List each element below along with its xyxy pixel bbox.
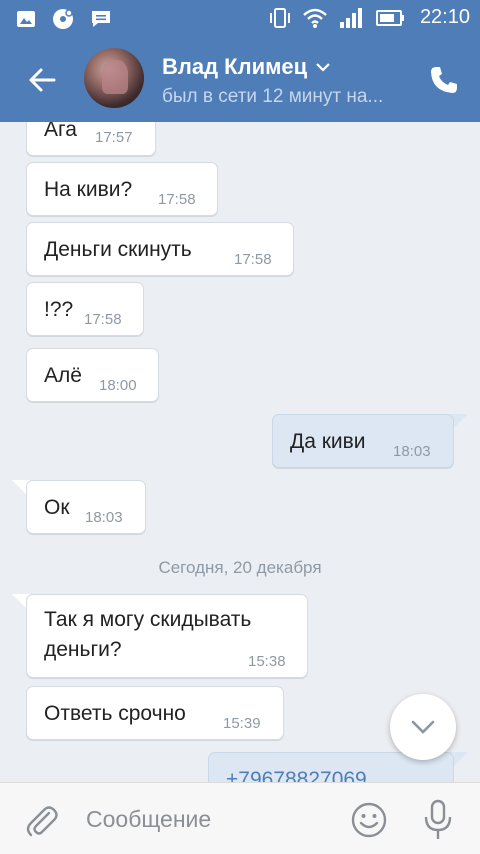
contact-name[interactable]: Влад Климец: [162, 54, 307, 80]
wifi-icon: [303, 8, 327, 28]
online-status: был в сети 12 минут на...: [162, 86, 384, 107]
message-text: Ответь срочно: [44, 702, 186, 725]
message-time: 15:39: [223, 715, 261, 732]
attach-icon[interactable]: [22, 801, 60, 839]
media-icon: [53, 9, 73, 29]
microphone-icon[interactable]: [422, 799, 454, 841]
message-text: Ок: [44, 496, 70, 519]
message-incoming[interactable]: На киви? 17:58: [26, 162, 218, 216]
contact-name-row[interactable]: Влад Климец: [162, 54, 331, 80]
message-incoming[interactable]: Ок 18:03: [26, 480, 146, 534]
message-incoming[interactable]: Ответь срочно 15:39: [26, 686, 284, 740]
message-incoming[interactable]: Ага 17:57: [26, 122, 156, 156]
message-outgoing[interactable]: Да киви 18:03: [272, 414, 454, 468]
message-time: 18:00: [99, 377, 137, 394]
message-text-line-1: Так я могу скидывать: [44, 608, 252, 631]
signal-icon: [339, 7, 362, 28]
phone-link[interactable]: +79678827069: [226, 765, 367, 782]
scroll-down-button[interactable]: [390, 694, 456, 760]
message-time: 17:58: [158, 191, 196, 208]
message-incoming[interactable]: !?? 17:58: [26, 282, 144, 336]
message-time: 17:57: [95, 129, 133, 146]
message-incoming[interactable]: Так я могу скидывать деньги? 15:38: [26, 594, 308, 678]
message-icon: [92, 11, 110, 27]
chevron-down-icon: [411, 720, 435, 734]
chat-header: Влад Климец был в сети 12 минут на...: [0, 38, 480, 122]
avatar[interactable]: [84, 48, 144, 108]
vibrate-icon: [269, 7, 290, 28]
message-text: На киви?: [44, 178, 133, 201]
message-text-line-2: деньги?: [44, 638, 122, 661]
message-text: Да киви: [290, 430, 366, 453]
message-time: 17:58: [84, 311, 122, 328]
chevron-down-icon[interactable]: [315, 61, 331, 73]
status-bar: 22:10: [0, 0, 480, 38]
message-text: Ага: [44, 122, 77, 141]
message-list[interactable]: Ага 17:57 На киви? 17:58 Деньги скинуть …: [0, 122, 480, 782]
message-time: 17:58: [234, 251, 272, 268]
message-time: 18:03: [393, 443, 431, 460]
date-separator: Сегодня, 20 декабря: [158, 558, 322, 577]
back-arrow-icon[interactable]: [24, 62, 60, 98]
message-incoming[interactable]: Алё 18:00: [26, 348, 159, 402]
message-time: 18:03: [85, 509, 123, 526]
message-text: Деньги скинуть: [44, 238, 192, 261]
message-input[interactable]: [86, 803, 326, 835]
message-text: !??: [44, 298, 74, 321]
message-incoming[interactable]: Деньги скинуть 17:58: [26, 222, 294, 276]
clock: 22:10: [419, 6, 470, 28]
message-composer: [0, 782, 480, 854]
battery-icon: [375, 9, 404, 26]
image-icon: [17, 11, 35, 27]
message-text: Алё: [44, 364, 82, 387]
message-time: 15:38: [248, 653, 286, 670]
emoji-icon[interactable]: [350, 801, 388, 839]
phone-icon[interactable]: [428, 64, 460, 96]
